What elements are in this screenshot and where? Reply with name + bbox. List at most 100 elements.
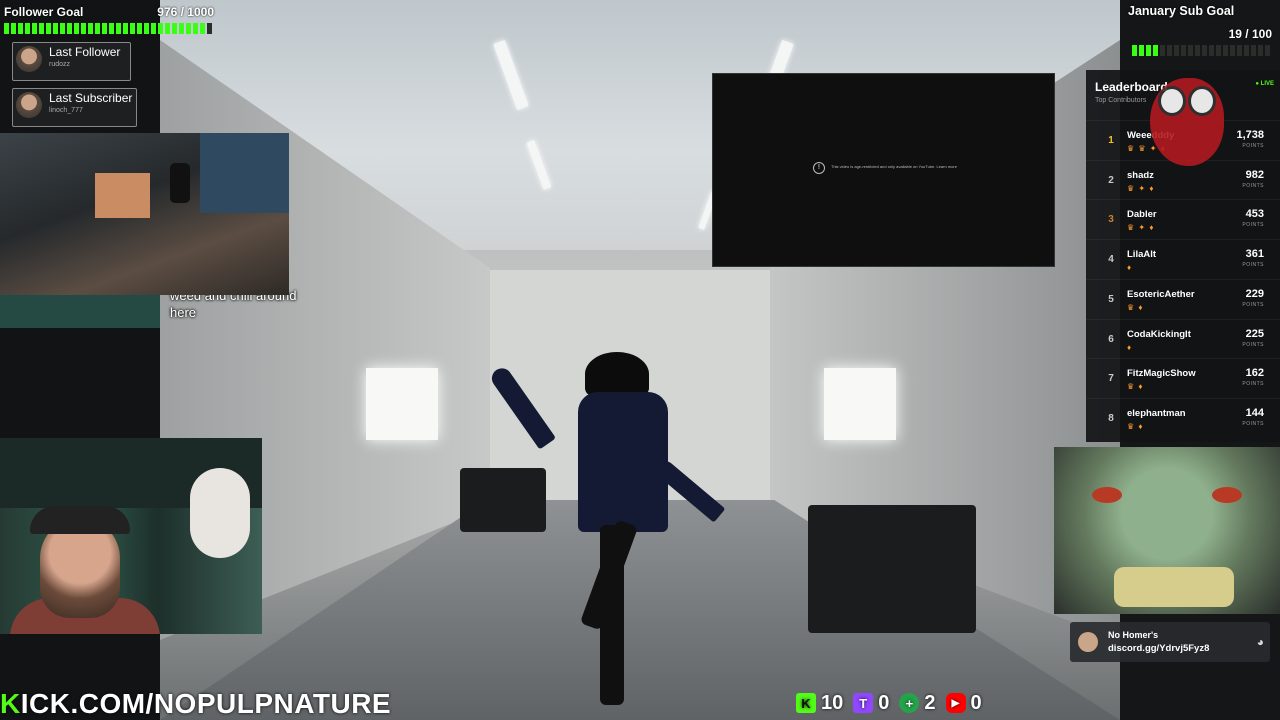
mascot-eye [1188, 86, 1216, 116]
leaderboard-badges: ♛ ✦ ♦ [1127, 183, 1155, 193]
progress-segment [1244, 45, 1249, 56]
follower-goal-progress [4, 23, 212, 34]
leaderboard-name: FitzMagicShow [1127, 368, 1196, 380]
leaderboard-badges: ♛ ♦ [1127, 302, 1144, 312]
live-indicator: ● LIVE [1255, 81, 1274, 87]
leaderboard-badges: ♛ ♦ [1127, 421, 1144, 431]
leaderboard-name: CodaKickingIt [1127, 328, 1191, 340]
discord-link[interactable]: discord.gg/Ydrvj5Fyz8 [1108, 643, 1209, 654]
dancer-hat [585, 352, 649, 396]
leaderboard-points-label: POINTS [1242, 420, 1264, 427]
progress-segment [1174, 45, 1179, 56]
progress-segment [200, 23, 205, 34]
progress-segment [88, 23, 93, 34]
dancer-leg [600, 525, 624, 705]
kick-channel-url: KICK.COM/NOPULPNATURE [0, 688, 391, 720]
progress-segment [1230, 45, 1235, 56]
follower-goal-title: Follower Goal [4, 5, 84, 19]
leaderboard-badges: ♛ ♦ [1127, 382, 1144, 392]
leaderboard-points: 361 [1245, 248, 1264, 261]
progress-segment [11, 23, 16, 34]
embedded-video-player[interactable]: ! This video is age-restricted and only … [712, 73, 1055, 267]
leaderboard-row: 7 FitzMagicShow ♛ ♦ 162 POINTS [1086, 358, 1280, 399]
kick-url-k: K [0, 688, 21, 719]
follower-goal-widget: Follower Goal 976 / 1000 [4, 2, 216, 36]
progress-segment [25, 23, 30, 34]
kick-count: 10 [821, 691, 844, 714]
last-follower-card: Last Follower rudozz [12, 42, 131, 81]
leaderboard-title: Leaderboard [1095, 80, 1168, 94]
progress-segment [130, 23, 135, 34]
progress-segment [1132, 45, 1137, 56]
room-webcam [0, 133, 289, 295]
leaderboard-points-label: POINTS [1242, 341, 1264, 348]
chair [200, 133, 289, 213]
twitch-icon: T [853, 693, 874, 713]
sub-goal-title: January Sub Goal [1128, 4, 1235, 18]
leaderboard-rank: 5 [1108, 293, 1114, 305]
discord-name: No Homer's [1108, 630, 1159, 640]
leaderboard-points-label: POINTS [1242, 381, 1264, 388]
twitch-viewer-count: T 0 [853, 692, 889, 715]
progress-segment [1195, 45, 1200, 56]
progress-segment [116, 23, 121, 34]
leaderboard-row: 3 Dabler ♛ ✦ ♦ 453 POINTS [1086, 199, 1280, 240]
speaker [170, 163, 190, 203]
progress-segment [18, 23, 23, 34]
rumble-count: 2 [924, 691, 936, 714]
last-subscriber-card: Last Subscriber linoch_777 [12, 88, 137, 127]
progress-segment [67, 23, 72, 34]
progress-segment [1258, 45, 1263, 56]
progress-segment [102, 23, 107, 34]
teal-strip [0, 295, 160, 328]
rumble-viewer-count: + 2 [899, 691, 936, 715]
leaderboard-badges: ♛ ✦ ♦ [1127, 223, 1155, 233]
progress-segment [60, 23, 65, 34]
leaderboard-rank: 7 [1108, 373, 1114, 385]
youtube-count: 0 [970, 691, 982, 714]
progress-segment [172, 23, 177, 34]
leaderboard-points: 453 [1245, 208, 1264, 221]
progress-segment [144, 23, 149, 34]
viewer-counters: K 10 T 0 + 2 ▶ 0 [796, 690, 982, 716]
progress-segment [1139, 45, 1144, 56]
leaderboard-rank: 4 [1108, 254, 1114, 266]
kick-icon: K [796, 693, 816, 713]
sub-goal-count: 19 / 100 [1228, 27, 1272, 41]
progress-segment [53, 23, 58, 34]
leaderboard-points-label: POINTS [1242, 262, 1264, 269]
leaderboard-name: elephantman [1127, 407, 1186, 419]
progress-segment [179, 23, 184, 34]
leaderboard-name: shadz [1127, 169, 1154, 181]
leaderboard-rank: 6 [1108, 333, 1114, 345]
progress-segment [1251, 45, 1256, 56]
progress-segment [165, 23, 170, 34]
last-subscriber-name: linoch_777 [49, 107, 83, 114]
leaderboard-rank: 8 [1108, 412, 1114, 424]
progress-segment [123, 23, 128, 34]
sub-goal-progress [1132, 45, 1270, 56]
avatar [1078, 632, 1098, 652]
progress-segment [1146, 45, 1151, 56]
progress-segment [193, 23, 198, 34]
last-subscriber-label: Last Subscriber [49, 91, 133, 105]
progress-segment [207, 23, 212, 34]
troll-eye [1092, 487, 1122, 503]
youtube-icon: ▶ [945, 693, 966, 713]
box [95, 173, 150, 218]
leaderboard-row: 4 LilaAlt ♦ 361 POINTS [1086, 239, 1280, 280]
avatar [16, 46, 42, 72]
leaderboard-points: 144 [1245, 406, 1264, 419]
dancer-body [578, 392, 668, 532]
progress-segment [46, 23, 51, 34]
progress-segment [158, 23, 163, 34]
rumble-icon: + [899, 693, 920, 713]
progress-segment [1160, 45, 1165, 56]
discord-card: No Homer's discord.gg/Ydrvj5Fyz8 ◕ [1070, 622, 1270, 662]
leaderboard-points-label: POINTS [1242, 182, 1264, 189]
progress-segment [95, 23, 100, 34]
leaderboard-row: 6 CodaKickingIt ♦ 225 POINTS [1086, 318, 1280, 360]
leaderboard-name: LilaAlt [1127, 249, 1157, 261]
progress-segment [1223, 45, 1228, 56]
info-icon: ! [813, 162, 825, 174]
